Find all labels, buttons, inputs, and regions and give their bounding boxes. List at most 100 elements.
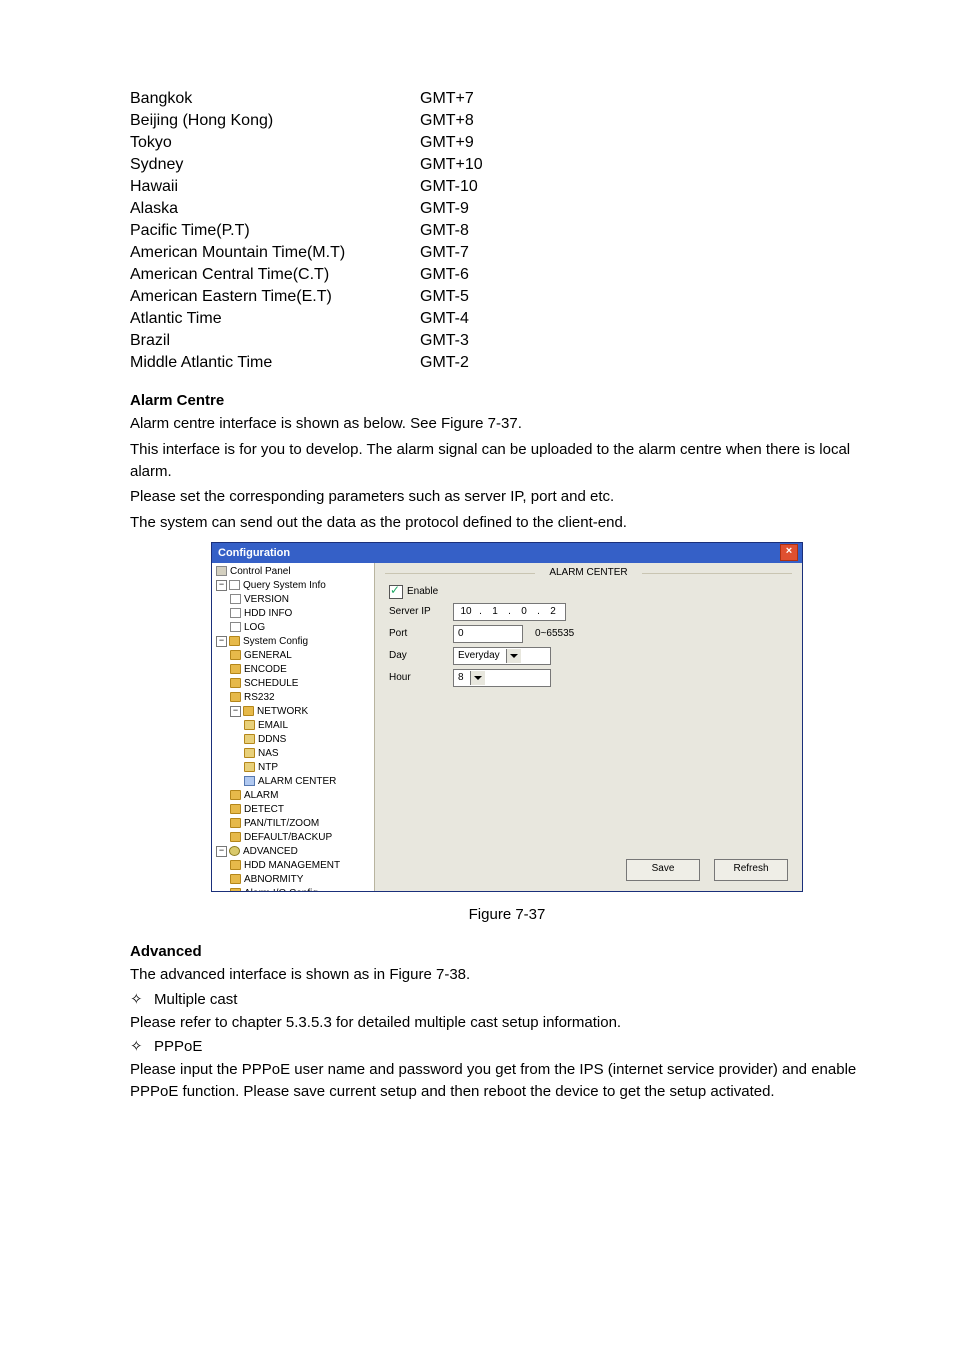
- tz-name: American Eastern Time(E.T): [130, 288, 420, 306]
- gear-icon: [229, 846, 240, 856]
- bullet-multiple-cast: ✧Multiple cast: [130, 990, 884, 1008]
- tree-hdd-info[interactable]: HDD INFO: [230, 607, 374, 621]
- tree-detect[interactable]: DETECT: [230, 803, 374, 817]
- tz-row: BangkokGMT+7: [130, 90, 884, 108]
- folder-icon: [230, 678, 241, 688]
- tree-general[interactable]: GENERAL: [230, 649, 374, 663]
- tree-control-panel[interactable]: Control Panel: [216, 565, 374, 579]
- tree-abnormity[interactable]: ABNORMITY: [230, 873, 374, 887]
- port-hint: 0~65535: [535, 628, 574, 639]
- tz-name: Middle Atlantic Time: [130, 354, 420, 372]
- panel-icon: [216, 566, 227, 576]
- tz-gmt: GMT-6: [420, 266, 469, 284]
- tz-row: SydneyGMT+10: [130, 156, 884, 174]
- tz-name: Hawaii: [130, 178, 420, 196]
- tz-name: Pacific Time(P.T): [130, 222, 420, 240]
- tree-email[interactable]: EMAIL: [244, 719, 374, 733]
- hour-label: Hour: [389, 672, 453, 683]
- folder-icon: [230, 650, 241, 660]
- port-input[interactable]: 0: [453, 625, 523, 643]
- tree-default-backup[interactable]: DEFAULT/BACKUP: [230, 831, 374, 845]
- tz-row: TokyoGMT+9: [130, 134, 884, 152]
- tz-row: American Mountain Time(M.T)GMT-7: [130, 244, 884, 262]
- alarm-centre-p2: This interface is for you to develop. Th…: [130, 439, 884, 483]
- refresh-button[interactable]: Refresh: [714, 859, 788, 881]
- tree-log[interactable]: LOG: [230, 621, 374, 635]
- tz-name: Brazil: [130, 332, 420, 350]
- tz-name: American Mountain Time(M.T): [130, 244, 420, 262]
- folder-icon: [230, 888, 241, 891]
- tz-gmt: GMT-9: [420, 200, 469, 218]
- folder-icon: [230, 664, 241, 674]
- tz-name: Bangkok: [130, 90, 420, 108]
- tz-gmt: GMT-4: [420, 310, 469, 328]
- tree-alarm-io[interactable]: Alarm I/O Config: [230, 887, 374, 891]
- server-ip-label: Server IP: [389, 606, 453, 617]
- tree-alarm-center[interactable]: ALARM CENTER: [244, 775, 374, 789]
- advanced-p2: Please refer to chapter 5.3.5.3 for deta…: [130, 1012, 884, 1034]
- tree-schedule[interactable]: SCHEDULE: [230, 677, 374, 691]
- tree-ptz[interactable]: PAN/TILT/ZOOM: [230, 817, 374, 831]
- doc-icon: [230, 608, 241, 618]
- tz-gmt: GMT+8: [420, 112, 474, 130]
- tz-name: Tokyo: [130, 134, 420, 152]
- tree-advanced[interactable]: −ADVANCED HDD MANAGEMENT ABNORMITY Alarm…: [216, 845, 374, 891]
- alarm-center-form: ALARM CENTER Enable Server IP 10. 1. 0. …: [375, 563, 802, 891]
- save-button[interactable]: Save: [626, 859, 700, 881]
- day-select[interactable]: Everyday: [453, 647, 551, 665]
- tz-gmt: GMT+7: [420, 90, 474, 108]
- tz-name: Atlantic Time: [130, 310, 420, 328]
- enable-checkbox[interactable]: [389, 585, 403, 599]
- folder-icon: [244, 734, 255, 744]
- tz-row: Pacific Time(P.T)GMT-8: [130, 222, 884, 240]
- folder-icon: [244, 776, 255, 786]
- tz-name: Beijing (Hong Kong): [130, 112, 420, 130]
- diamond-icon: ✧: [130, 1037, 154, 1055]
- configuration-dialog: Configuration × Control Panel −Query Sys…: [211, 542, 803, 892]
- alarm-centre-p1: Alarm centre interface is shown as below…: [130, 413, 884, 435]
- folder-icon: [230, 832, 241, 842]
- figure-caption: Figure 7-37: [130, 906, 884, 923]
- fieldset-legend: ALARM CENTER: [375, 567, 802, 578]
- tz-name: Alaska: [130, 200, 420, 218]
- dialog-title: Configuration: [218, 547, 290, 559]
- tree-ddns[interactable]: DDNS: [244, 733, 374, 747]
- folder-icon: [230, 874, 241, 884]
- tree-rs232[interactable]: RS232: [230, 691, 374, 705]
- tree-system-config[interactable]: −System Config GENERAL ENCODE SCHEDULE R…: [216, 635, 374, 845]
- tree-hdd-management[interactable]: HDD MANAGEMENT: [230, 859, 374, 873]
- advanced-p3: Please input the PPPoE user name and pas…: [130, 1059, 884, 1103]
- tree-alarm[interactable]: ALARM: [230, 789, 374, 803]
- port-label: Port: [389, 628, 453, 639]
- doc-icon: [230, 594, 241, 604]
- tz-row: BrazilGMT-3: [130, 332, 884, 350]
- tree-network[interactable]: −NETWORK EMAIL DDNS NAS NTP ALARM CENTER: [230, 705, 374, 789]
- hour-select[interactable]: 8: [453, 669, 551, 687]
- close-icon[interactable]: ×: [780, 544, 798, 561]
- tree-ntp[interactable]: NTP: [244, 761, 374, 775]
- tree-encode[interactable]: ENCODE: [230, 663, 374, 677]
- chevron-down-icon: [506, 649, 521, 663]
- chevron-down-icon: [470, 671, 485, 685]
- tree-nas[interactable]: NAS: [244, 747, 374, 761]
- alarm-centre-p3: Please set the corresponding parameters …: [130, 486, 884, 508]
- timezone-list: BangkokGMT+7 Beijing (Hong Kong)GMT+8 To…: [130, 90, 884, 372]
- folder-icon: [244, 748, 255, 758]
- folder-icon: [243, 706, 254, 716]
- diamond-icon: ✧: [130, 990, 154, 1008]
- alarm-centre-heading: Alarm Centre: [130, 392, 884, 409]
- tz-gmt: GMT-10: [420, 178, 478, 196]
- dialog-titlebar[interactable]: Configuration ×: [212, 543, 802, 563]
- nav-tree[interactable]: Control Panel −Query System Info VERSION…: [212, 563, 375, 891]
- tz-gmt: GMT-2: [420, 354, 469, 372]
- folder-icon: [244, 720, 255, 730]
- tree-version[interactable]: VERSION: [230, 593, 374, 607]
- tz-gmt: GMT-7: [420, 244, 469, 262]
- tz-gmt: GMT-3: [420, 332, 469, 350]
- day-label: Day: [389, 650, 453, 661]
- tree-query-system-info[interactable]: −Query System Info VERSION HDD INFO LOG: [216, 579, 374, 635]
- alarm-centre-p4: The system can send out the data as the …: [130, 512, 884, 534]
- server-ip-input[interactable]: 10. 1. 0. 2: [453, 603, 566, 621]
- tz-row: American Central Time(C.T)GMT-6: [130, 266, 884, 284]
- tz-row: HawaiiGMT-10: [130, 178, 884, 196]
